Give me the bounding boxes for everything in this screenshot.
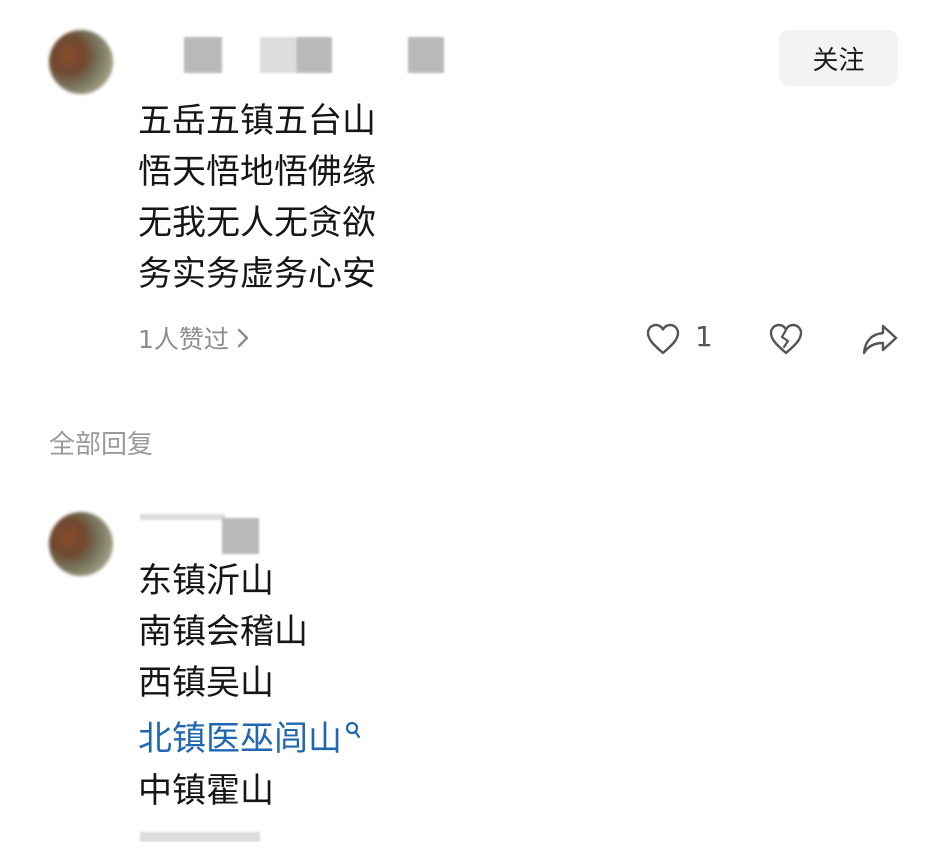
comment-line: 五岳五镇五台山	[138, 101, 376, 141]
likes-summary-text: 1人赞过	[138, 325, 229, 354]
like-count: 1	[695, 320, 713, 353]
comment-username-blurred	[296, 37, 332, 73]
broken-heart-icon[interactable]	[768, 322, 804, 356]
comment-username-blurred[interactable]	[184, 37, 222, 73]
chevron-right-icon	[237, 328, 249, 348]
reply-line: 中镇霍山	[138, 771, 274, 811]
reply-avatar[interactable]	[49, 512, 113, 576]
search-icon	[345, 721, 361, 739]
reply-line: 西镇吴山	[138, 663, 274, 703]
comment-line: 无我无人无贪欲	[138, 203, 376, 243]
likes-summary-link[interactable]: 1人赞过	[138, 320, 249, 356]
reply-search-link[interactable]: 北镇医巫闾山	[138, 713, 361, 765]
reply-line: 南镇会稽山	[138, 612, 308, 652]
comment-username-blurred	[260, 37, 296, 73]
reply-search-link-text: 北镇医巫闾山	[138, 719, 342, 759]
share-icon[interactable]	[861, 322, 899, 356]
comment-avatar[interactable]	[49, 30, 113, 94]
comment-line: 务实务虚务心安	[138, 254, 376, 294]
reply-line: 东镇沂山	[138, 561, 274, 601]
reply-username-blurred[interactable]	[222, 518, 259, 554]
comment-username-blurred	[408, 37, 444, 73]
follow-button[interactable]: 关注	[779, 30, 898, 86]
heart-icon[interactable]	[645, 322, 681, 356]
reply-footer-blurred	[140, 832, 260, 842]
comment-line: 悟天悟地悟佛缘	[138, 152, 376, 192]
reply-username-blurred	[140, 514, 225, 520]
replies-header: 全部回复	[49, 430, 154, 460]
